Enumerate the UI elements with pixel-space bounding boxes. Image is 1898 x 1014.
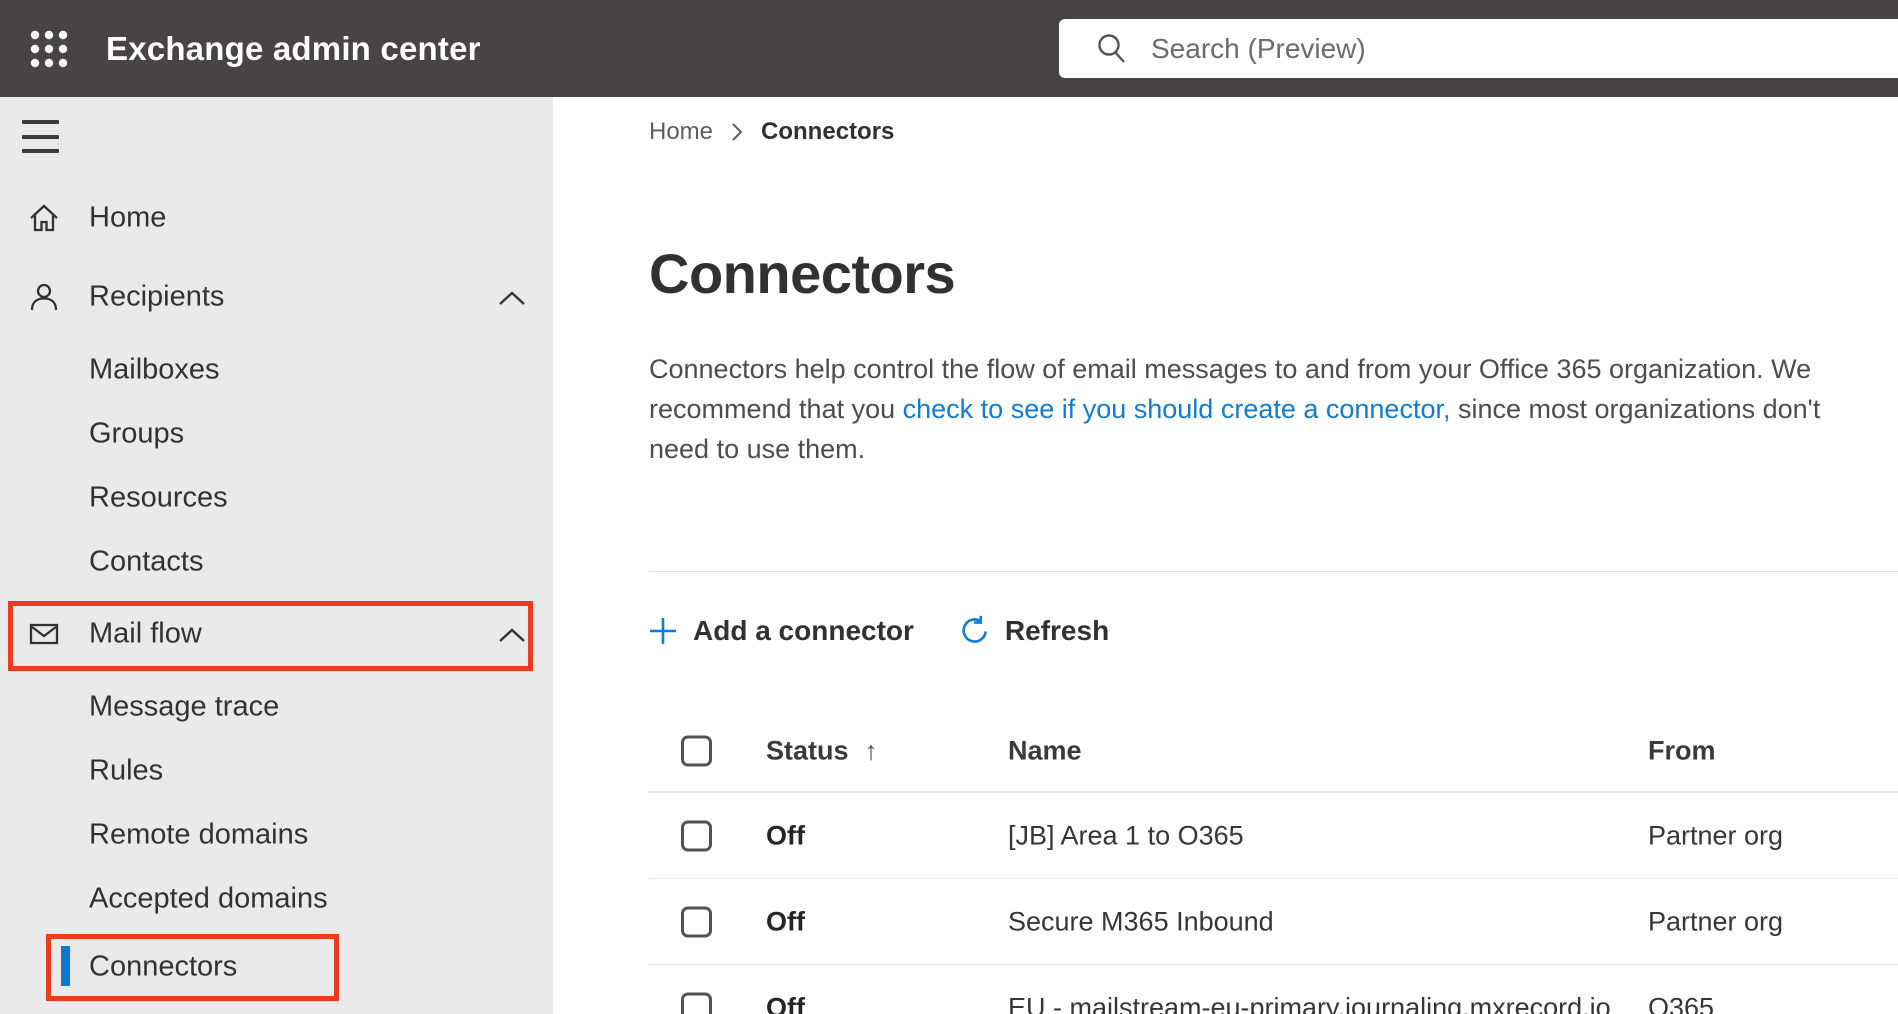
chevron-up-icon [499, 291, 525, 305]
table-row[interactable]: Off Secure M365 Inbound Partner org [649, 878, 1898, 964]
table-header-row: Status ↑ Name From [649, 710, 1898, 792]
sidebar-item-groups[interactable]: Groups [0, 406, 553, 462]
breadcrumb-chevron-icon [729, 121, 745, 143]
sidebar-item-label: Remote domains [89, 818, 309, 851]
sidebar-item-label: Home [89, 201, 167, 234]
topbar: Exchange admin center Search (Preview) [0, 0, 1898, 97]
sidebar-item-contacts[interactable]: Contacts [0, 534, 553, 590]
column-header-from[interactable]: From [1648, 735, 1716, 766]
home-icon [30, 204, 58, 232]
sidebar-item-label: Rules [89, 754, 164, 787]
column-header-name[interactable]: Name [1008, 735, 1082, 766]
search-input[interactable]: Search (Preview) [1059, 19, 1898, 78]
column-header-status[interactable]: Status ↑ [766, 735, 878, 766]
breadcrumb-home-link[interactable]: Home [649, 118, 713, 146]
sidebar-item-label: Connectors [89, 950, 238, 983]
sidebar-item-label: Mail flow [89, 617, 202, 650]
hamburger-menu-button[interactable] [22, 120, 59, 153]
refresh-label: Refresh [1004, 615, 1110, 646]
sidebar-item-remote-domains[interactable]: Remote domains [0, 807, 553, 863]
breadcrumb-current: Connectors [761, 118, 895, 145]
sidebar-item-label: Mailboxes [89, 353, 220, 386]
refresh-button[interactable]: Refresh [958, 615, 1109, 648]
refresh-icon [962, 615, 987, 643]
sidebar-item-mailboxes[interactable]: Mailboxes [0, 342, 553, 398]
table-row[interactable]: Off EU - mailstream-eu-primary.journalin… [649, 964, 1898, 1014]
sidebar-item-label: Recipients [89, 280, 225, 313]
app-title: Exchange admin center [106, 29, 481, 67]
table-row[interactable]: Off [JB] Area 1 to O365 Partner org [649, 792, 1898, 878]
command-bar: Add a connector Refresh [647, 606, 1109, 656]
row-status: Off [766, 992, 805, 1014]
sidebar-item-message-trace[interactable]: Message trace [0, 679, 553, 735]
sidebar-item-accepted-domains[interactable]: Accepted domains [0, 871, 553, 927]
sidebar-item-label: Groups [89, 417, 185, 450]
search-icon [1098, 33, 1125, 63]
create-connector-check-link[interactable]: check to see if you should create a conn… [903, 394, 1451, 424]
page-title: Connectors [649, 242, 956, 305]
sidebar-item-label: Contacts [89, 545, 204, 578]
page-description: Connectors help control the flow of emai… [649, 349, 1867, 469]
sort-ascending-icon: ↑ [864, 735, 878, 765]
sidebar-item-home[interactable]: Home [0, 190, 553, 246]
row-from: Partner org [1648, 906, 1784, 936]
select-all-checkbox[interactable] [681, 735, 712, 766]
sidebar-item-label: Resources [89, 481, 228, 514]
row-checkbox[interactable] [681, 820, 712, 851]
plus-icon [650, 618, 676, 644]
search-placeholder: Search (Preview) [1151, 32, 1366, 64]
row-from: Partner org [1648, 820, 1784, 850]
row-status: Off [766, 906, 805, 936]
envelope-icon [29, 623, 59, 645]
main-content: Home Connectors Connectors Connectors he… [553, 97, 1898, 1014]
row-name: EU - mailstream-eu-primary.journaling.mx… [1008, 992, 1611, 1014]
sidebar-item-label: Message trace [89, 690, 280, 723]
person-icon [30, 283, 58, 311]
row-checkbox[interactable] [681, 906, 712, 937]
sidebar-item-label: Accepted domains [89, 882, 328, 915]
row-from: O365 [1648, 992, 1715, 1014]
row-status: Off [766, 820, 805, 850]
chevron-up-icon [499, 628, 525, 642]
sidebar: Home Recipients Mailboxes Groups Resourc… [0, 97, 553, 1014]
sidebar-item-resources[interactable]: Resources [0, 470, 553, 526]
toolbar-divider [649, 571, 1898, 572]
breadcrumb: Home Connectors [649, 116, 894, 148]
add-connector-label: Add a connector [693, 615, 914, 646]
sidebar-item-connectors[interactable]: Connectors [0, 939, 553, 995]
row-name: Secure M365 Inbound [1008, 906, 1274, 936]
row-name: [JB] Area 1 to O365 [1008, 820, 1244, 850]
add-connector-button[interactable]: Add a connector [647, 615, 914, 647]
sidebar-item-rules[interactable]: Rules [0, 743, 553, 799]
waffle-grid-icon [30, 30, 68, 68]
row-checkbox[interactable] [681, 992, 712, 1014]
active-item-indicator [61, 946, 70, 986]
app-launcher-button[interactable] [16, 16, 82, 82]
sidebar-item-recipients[interactable]: Recipients [0, 269, 553, 325]
sidebar-item-mail-flow[interactable]: Mail flow [0, 606, 553, 662]
